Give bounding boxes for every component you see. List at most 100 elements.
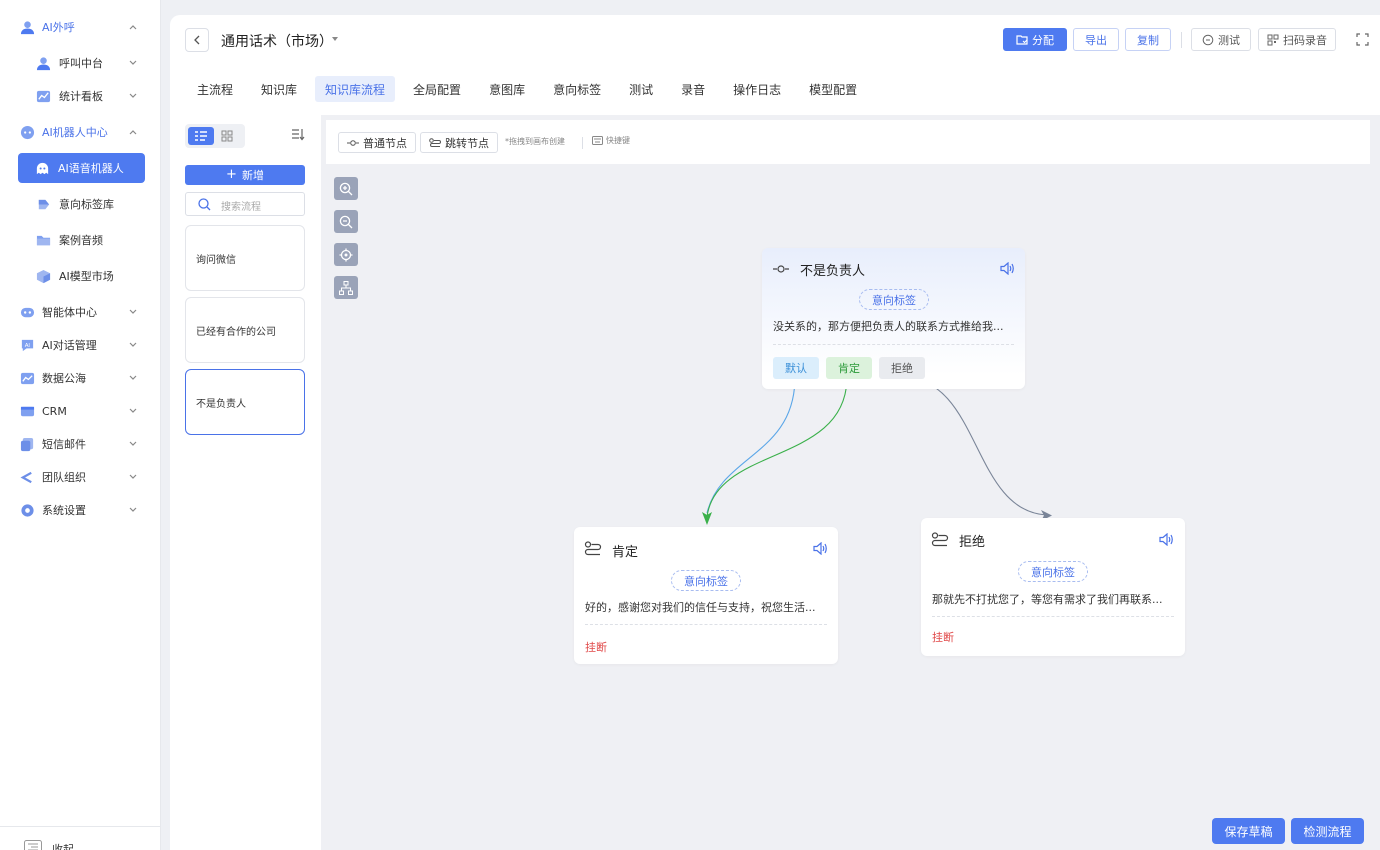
sidebar-group-sms-email[interactable]: 短信邮件 [0, 429, 161, 459]
chevron-down-icon [129, 474, 137, 479]
fullscreen-icon[interactable] [1356, 33, 1369, 46]
chat-icon [1202, 34, 1214, 45]
gear-icon [21, 503, 34, 517]
sidebar-item-label: AI对话管理 [42, 339, 97, 352]
speaker-icon[interactable] [813, 542, 828, 555]
sidebar-item-label: 短信邮件 [42, 438, 86, 451]
chevron-down-icon [129, 375, 137, 380]
speaker-icon[interactable] [1000, 262, 1015, 275]
agent-icon [20, 307, 35, 317]
list-view-button[interactable] [188, 127, 214, 145]
sidebar-item-label: CRM [42, 404, 67, 418]
node-divider [932, 616, 1174, 617]
sidebar: AI外呼 呼叫中台 统计看板 AI机器人中心 AI语音机器人 意向标签库 案例音… [0, 0, 161, 850]
node-divider [773, 344, 1014, 345]
sidebar-group-team[interactable]: 团队组织 [0, 462, 161, 492]
page-title[interactable]: 通用话术（市场） [221, 31, 333, 51]
tab-model-config[interactable]: 模型配置 [799, 76, 867, 102]
tab-intent-tags[interactable]: 意向标签 [543, 76, 611, 102]
sidebar-group-ai-robot-center[interactable]: AI机器人中心 [0, 117, 161, 147]
folder-icon [36, 235, 51, 245]
scan-record-button[interactable]: 扫码录音 [1258, 28, 1336, 51]
tab-knowledge-flow[interactable]: 知识库流程 [315, 76, 396, 102]
chevron-down-icon [129, 309, 137, 314]
node-script-text: 好的，感谢您对我们的信任与支持，祝您生活... [585, 601, 816, 614]
export-button[interactable]: 导出 [1073, 28, 1119, 51]
flow-canvas[interactable]: 普通节点 跳转节点 *拖拽到画布创建 快捷键 不是负责人 意向标签 没关系的，那… [321, 115, 1380, 850]
sms-icon [20, 437, 34, 451]
sidebar-item-label: 案例音频 [59, 234, 103, 247]
chart-icon [36, 90, 51, 102]
data-icon [20, 372, 35, 384]
collapse-label: 收起 [52, 843, 74, 850]
grid-view-icon[interactable] [221, 130, 233, 142]
normal-node-icon [773, 265, 789, 273]
svg-text:AI: AI [25, 342, 31, 348]
robot-icon [36, 162, 49, 174]
save-draft-button[interactable]: 保存草稿 [1212, 818, 1285, 844]
chevron-up-icon [129, 25, 137, 30]
sidebar-group-ai-dialog[interactable]: AI AI对话管理 [0, 330, 161, 360]
sidebar-group-settings[interactable]: 系统设置 [0, 495, 161, 525]
flow-item-selected[interactable]: 不是负责人 [185, 369, 305, 435]
sidebar-collapse[interactable]: 收起 [0, 826, 161, 850]
copy-label: 复制 [1137, 33, 1159, 47]
sidebar-group-ai-outbound[interactable]: AI外呼 [0, 12, 161, 42]
tab-global-config[interactable]: 全局配置 [403, 76, 471, 102]
flow-node-reject[interactable]: 拒绝 意向标签 那就先不打扰您了，等您有需求了我们再联系... 挂断 [921, 518, 1185, 656]
plus-icon: + [226, 167, 237, 182]
sidebar-item-case-audio[interactable]: 案例音频 [0, 225, 161, 255]
chevron-up-icon [129, 130, 137, 135]
scan-record-label: 扫码录音 [1283, 33, 1327, 47]
sidebar-item-label: 意向标签库 [59, 198, 114, 211]
check-flow-button[interactable]: 检测流程 [1291, 818, 1364, 844]
sidebar-item-label: 系统设置 [42, 504, 86, 517]
flow-node-root[interactable]: 不是负责人 意向标签 没关系的，那方便把负责人的联系方式推给我... 默认 肯定… [762, 248, 1025, 389]
add-flow-button[interactable]: + 新增 [185, 165, 305, 185]
tab-intent-library[interactable]: 意图库 [479, 76, 535, 102]
sidebar-item-ai-voice-robot[interactable]: AI语音机器人 [18, 153, 145, 183]
sidebar-group-agent-center[interactable]: 智能体中心 [0, 297, 161, 327]
tab-knowledge-base[interactable]: 知识库 [251, 76, 307, 102]
sidebar-item-call-center[interactable]: 呼叫中台 [0, 48, 161, 78]
node-title: 不是负责人 [800, 264, 866, 279]
copy-button[interactable]: 复制 [1125, 28, 1171, 51]
sidebar-item-label: 数据公海 [42, 372, 86, 385]
node-script-text: 那就先不打扰您了，等您有需求了我们再联系... [932, 593, 1163, 606]
branch-reject[interactable]: 拒绝 [879, 357, 925, 379]
sidebar-group-crm[interactable]: CRM [0, 396, 161, 426]
intent-tag-button[interactable]: 意向标签 [671, 570, 741, 591]
sidebar-item-intent-tags[interactable]: 意向标签库 [0, 189, 161, 219]
intent-tag-button[interactable]: 意向标签 [859, 289, 929, 310]
flow-list-panel: + 新增 搜索流程 询问微信 已经有合作的公司 不是负责人 [185, 120, 312, 850]
sidebar-item-model-market[interactable]: AI模型市场 [0, 261, 161, 291]
flow-node-affirm[interactable]: 肯定 意向标签 好的，感谢您对我们的信任与支持，祝您生活... 挂断 [574, 527, 838, 664]
header: 通用话术（市场） 分配 导出 复制 测试 扫码录音 [170, 15, 1380, 65]
branch-affirm[interactable]: 肯定 [826, 357, 872, 379]
assign-label: 分配 [1032, 33, 1054, 47]
team-icon [20, 471, 32, 483]
crm-icon [20, 406, 35, 416]
list-icon [195, 131, 207, 141]
branch-default[interactable]: 默认 [773, 357, 819, 379]
tab-recording[interactable]: 录音 [671, 76, 715, 102]
tab-operation-log[interactable]: 操作日志 [723, 76, 791, 102]
tab-test[interactable]: 测试 [619, 76, 663, 102]
flow-search-input[interactable]: 搜索流程 [185, 192, 305, 216]
sidebar-item-dashboard[interactable]: 统计看板 [0, 81, 161, 111]
sort-icon[interactable] [291, 128, 305, 141]
caret-down-icon[interactable] [332, 37, 338, 41]
flow-item[interactable]: 已经有合作的公司 [185, 297, 305, 363]
header-divider [1181, 32, 1182, 48]
back-button[interactable] [185, 28, 209, 52]
jump-node-icon [584, 541, 602, 556]
tab-main-flow[interactable]: 主流程 [187, 76, 243, 102]
chevron-left-icon [194, 35, 200, 45]
assign-button[interactable]: 分配 [1003, 28, 1067, 51]
flow-item[interactable]: 询问微信 [185, 225, 305, 291]
test-button[interactable]: 测试 [1191, 28, 1251, 51]
intent-tag-button[interactable]: 意向标签 [1018, 561, 1088, 582]
sidebar-group-data-pool[interactable]: 数据公海 [0, 363, 161, 393]
speaker-icon[interactable] [1159, 533, 1174, 546]
chevron-down-icon [129, 342, 137, 347]
